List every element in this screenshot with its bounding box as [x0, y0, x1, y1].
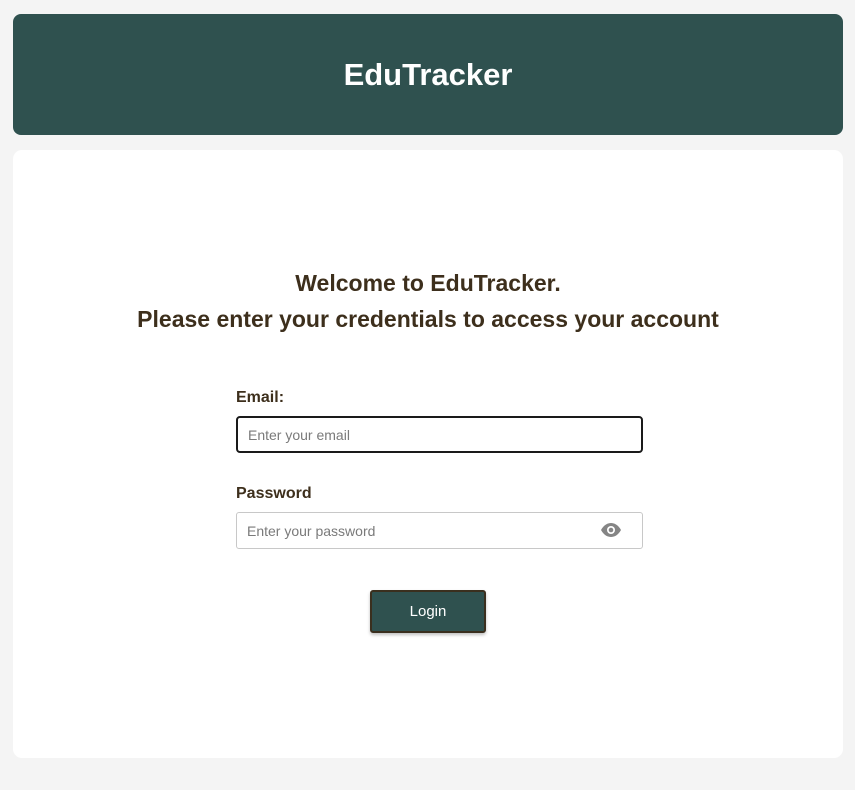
welcome-message: Welcome to EduTracker. Please enter your… — [13, 265, 843, 337]
password-label: Password — [236, 485, 312, 502]
eye-icon[interactable] — [600, 522, 622, 538]
password-input[interactable] — [236, 512, 643, 549]
welcome-line-1: Welcome to EduTracker. — [295, 270, 561, 296]
app-title: EduTracker — [343, 56, 513, 92]
app-header: EduTracker — [13, 14, 843, 135]
email-input[interactable] — [236, 416, 643, 453]
login-card: Welcome to EduTracker. Please enter your… — [13, 150, 843, 758]
email-label: Email: — [236, 389, 285, 406]
welcome-line-2: Please enter your credentials to access … — [137, 306, 719, 332]
login-button[interactable]: Login — [370, 590, 486, 633]
